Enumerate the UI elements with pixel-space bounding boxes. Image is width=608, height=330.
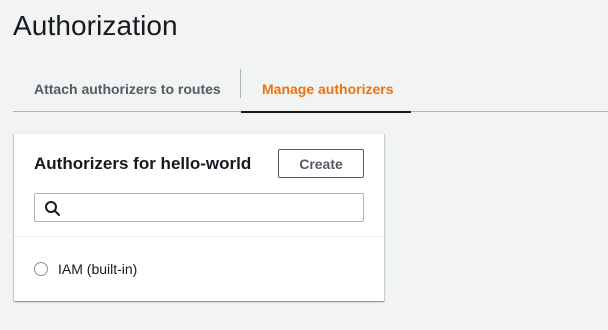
authorizer-label: IAM (built-in) bbox=[58, 261, 138, 277]
tab-manage-authorizers[interactable]: Manage authorizers bbox=[241, 66, 411, 113]
authorizers-panel-title: Authorizers for hello-world bbox=[34, 154, 252, 173]
authorizers-panel-header: Authorizers for hello-world Create bbox=[14, 134, 384, 237]
search-icon bbox=[44, 200, 61, 217]
authorizer-list-item[interactable]: IAM (built-in) bbox=[14, 237, 384, 297]
page-title: Authorization bbox=[13, 10, 178, 41]
tab-bar: Attach authorizers to routes Manage auth… bbox=[13, 66, 608, 113]
authorizer-search-input[interactable] bbox=[65, 194, 359, 221]
authorizers-panel: Authorizers for hello-world Create IAM (… bbox=[14, 133, 384, 301]
create-authorizer-button[interactable]: Create bbox=[278, 149, 364, 178]
authorizer-search-field[interactable] bbox=[34, 193, 364, 222]
tab-attach-authorizers[interactable]: Attach authorizers to routes bbox=[13, 66, 240, 112]
authorizer-radio-button[interactable] bbox=[34, 262, 48, 276]
